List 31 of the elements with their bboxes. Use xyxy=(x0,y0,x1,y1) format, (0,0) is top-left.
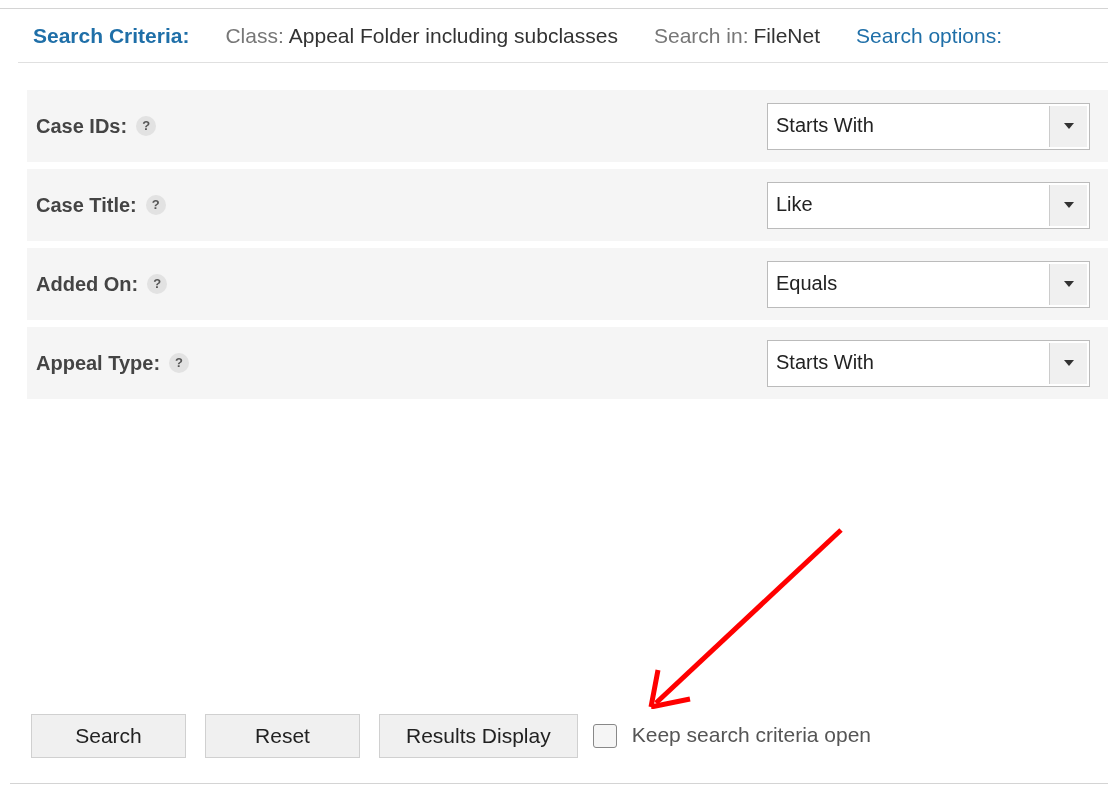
action-button[interactable]: Search xyxy=(31,714,186,758)
field-label: Appeal Type: xyxy=(36,351,161,376)
help-icon[interactable]: ? xyxy=(147,274,168,294)
keep-open-checkbox[interactable] xyxy=(592,724,617,748)
operator-dropdown[interactable]: Starts With xyxy=(767,102,1090,150)
dropdown-value: Equals xyxy=(775,270,839,296)
dropdown-value: Like xyxy=(775,191,814,217)
field-label: Added On: xyxy=(36,272,139,297)
field-label: Case Title: xyxy=(36,193,137,218)
action-button[interactable]: Results Display xyxy=(379,714,578,758)
caret-icon xyxy=(1049,342,1087,384)
help-icon[interactable]: ? xyxy=(145,195,166,215)
dropdown-value: Starts With xyxy=(775,349,875,375)
operator-dropdown[interactable]: Like xyxy=(767,181,1090,229)
help-icon[interactable]: ? xyxy=(136,116,157,136)
header-label: Class: xyxy=(225,22,284,49)
header-value: Appeal Folder including subclasses xyxy=(288,22,618,49)
header-label: Search in: xyxy=(653,22,749,49)
search-criteria-title: Search Criteria: xyxy=(33,22,190,49)
search-options-link[interactable]: Search options: xyxy=(856,19,1002,52)
action-button[interactable]: Reset xyxy=(205,714,360,758)
caret-icon xyxy=(1049,184,1087,226)
field-label: Case IDs: xyxy=(36,114,128,139)
operator-dropdown[interactable]: Equals xyxy=(767,260,1090,308)
dropdown-value: Starts With xyxy=(775,112,875,138)
help-icon[interactable]: ? xyxy=(169,353,190,373)
checkbox-label: Keep search criteria open xyxy=(631,721,872,748)
header-value: FileNet xyxy=(753,22,821,49)
caret-icon xyxy=(1049,263,1087,305)
caret-icon xyxy=(1049,105,1087,147)
operator-dropdown[interactable]: Starts With xyxy=(767,339,1090,387)
